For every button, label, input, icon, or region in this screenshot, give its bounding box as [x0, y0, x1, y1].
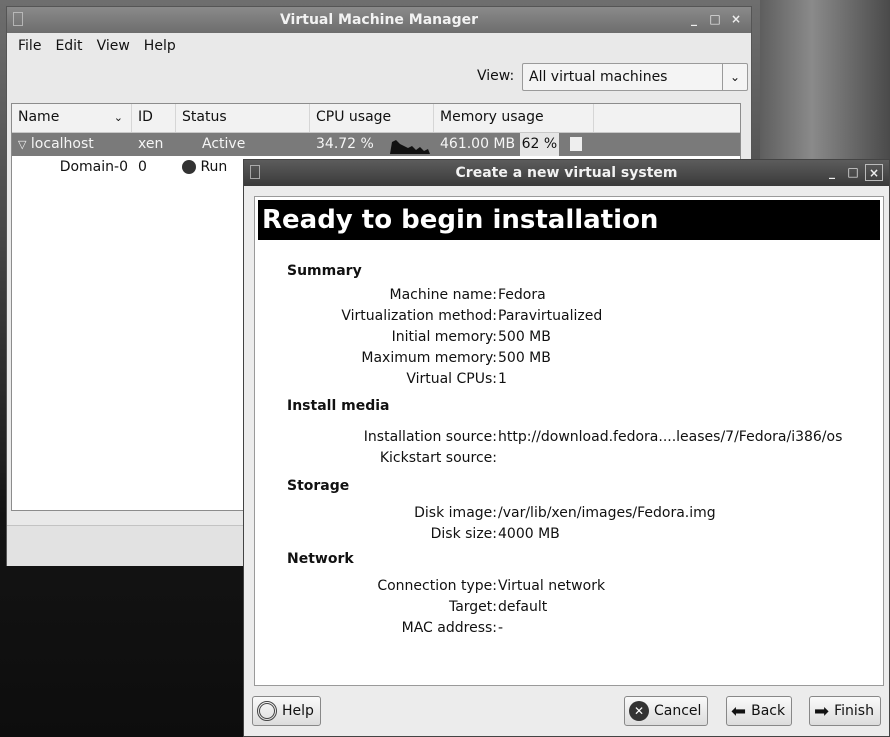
maximize-icon[interactable]: □ — [844, 164, 862, 181]
section-network: Network — [287, 551, 354, 567]
row-name: Domain-0 — [59, 159, 128, 175]
finish-button[interactable]: ➡ Finish — [809, 696, 881, 726]
sort-chevron-icon: ⌄ — [113, 111, 123, 124]
row-memory: 461.00 MB 62 % — [434, 133, 594, 156]
kv-machine-name: Machine name: Fedora — [389, 287, 546, 303]
menu-help[interactable]: Help — [137, 38, 183, 54]
minimize-icon[interactable]: _ — [685, 11, 703, 28]
back-arrow-icon: ⬅ — [731, 700, 747, 722]
view-label: View: — [477, 68, 515, 84]
memory-percent: 62 % — [519, 133, 560, 156]
kv-mac-address: MAC address: - — [401, 620, 504, 636]
row-id: 0 — [138, 159, 147, 175]
chevron-down-icon[interactable]: ⌄ — [722, 64, 747, 90]
section-install-media: Install media — [287, 398, 390, 414]
finish-door-icon: ➡ — [814, 700, 830, 722]
close-icon[interactable]: × — [727, 11, 745, 28]
vm-list-header: Name ⌄ ID Status CPU usage Memory usage — [12, 104, 740, 133]
cancel-button[interactable]: ✕ Cancel — [624, 696, 709, 726]
menu-file[interactable]: File — [11, 38, 48, 54]
menu-edit[interactable]: Edit — [48, 38, 89, 54]
expander-triangle-icon[interactable]: ▽ — [18, 138, 26, 151]
kv-disk-image: Disk image:/var/lib/xen/images/Fedora.im… — [414, 505, 716, 521]
running-icon — [182, 160, 196, 174]
help-lifebuoy-icon — [257, 701, 277, 721]
back-button[interactable]: ⬅ Back — [726, 696, 793, 726]
column-header-status[interactable]: Status — [176, 104, 310, 132]
row-status: Active — [202, 136, 246, 152]
kv-max-memory: Maximum memory: 500 MB — [361, 350, 551, 366]
view-filter-row: View: All virtual machines ⌄ — [7, 59, 751, 95]
vmm-titlebar[interactable]: Virtual Machine Manager _ □ × — [7, 7, 751, 33]
close-icon[interactable]: × — [865, 164, 883, 181]
view-select[interactable]: All virtual machines ⌄ — [522, 63, 748, 91]
dialog-title: Create a new virtual system — [455, 165, 678, 181]
column-header-name[interactable]: Name ⌄ — [12, 104, 132, 132]
kv-connection-type: Connection type: Virtual network — [377, 578, 606, 594]
menu-view[interactable]: View — [90, 38, 137, 54]
kv-install-source: Installation source: http://download.fedo… — [363, 429, 843, 445]
kv-disk-size: Disk size: 4000 MB — [430, 526, 560, 542]
details-icon — [569, 137, 582, 151]
table-row[interactable]: ▽ localhost xen Active 34.72 % 461.00 MB… — [12, 133, 740, 156]
help-button[interactable]: Help — [252, 696, 321, 726]
maximize-icon[interactable]: □ — [706, 11, 724, 28]
column-header-memory[interactable]: Memory usage — [434, 104, 594, 132]
kv-kickstart-source: Kickstart source: — [379, 450, 497, 466]
minimize-icon[interactable]: _ — [823, 164, 841, 181]
kv-target: Target: default — [448, 599, 548, 615]
row-cpu: 34.72 % — [310, 133, 434, 156]
create-vm-dialog: Create a new virtual system _ □ × Ready … — [243, 159, 890, 737]
row-name: ▽ localhost — [18, 136, 94, 152]
kv-virt-method: Virtualization method: Paravirtualized — [341, 308, 603, 324]
kv-vcpus: Virtual CPUs: 1 — [406, 371, 507, 387]
dialog-button-bar: Help ✕ Cancel ⬅ Back ➡ Finish — [244, 692, 889, 732]
dialog-content: Ready to begin installation Summary Mach… — [254, 196, 884, 686]
view-select-value: All virtual machines — [529, 69, 668, 85]
section-storage: Storage — [287, 478, 350, 494]
vmm-title: Virtual Machine Manager — [279, 12, 479, 28]
desktop-wallpaper-glow — [760, 0, 890, 160]
row-id: xen — [138, 136, 164, 152]
column-header-id[interactable]: ID — [132, 104, 176, 132]
menubar: File Edit View Help — [7, 33, 751, 59]
column-header-cpu[interactable]: CPU usage — [310, 104, 434, 132]
kv-initial-memory: Initial memory: 500 MB — [391, 329, 551, 345]
cancel-icon: ✕ — [629, 701, 649, 721]
page-heading: Ready to begin installation — [258, 200, 880, 240]
dialog-titlebar[interactable]: Create a new virtual system _ □ × — [244, 160, 889, 186]
cpu-usage-graph — [386, 140, 430, 154]
section-summary: Summary — [287, 263, 362, 279]
